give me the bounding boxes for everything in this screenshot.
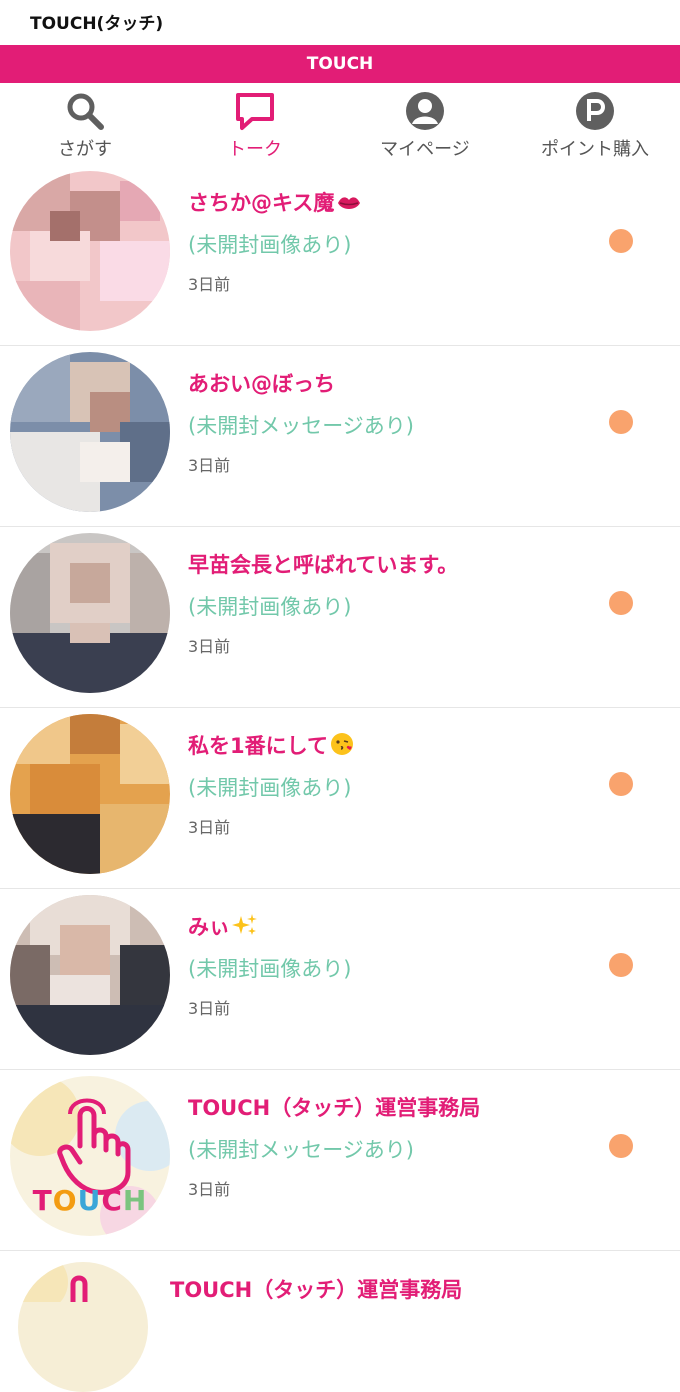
timestamp: 3日前 — [188, 1180, 231, 1199]
timestamp: 3日前 — [188, 275, 231, 294]
tab-bar: さがす トーク マイページ ポイント購入 — [0, 83, 680, 166]
tab-label: ポイント購入 — [541, 139, 649, 160]
tab-label: マイページ — [380, 139, 470, 160]
official-logo-avatar — [18, 1262, 148, 1392]
sender-name[interactable]: TOUCH（タッチ）運営事務局 — [170, 1274, 462, 1304]
avatar — [10, 171, 170, 331]
sender-name: みぃ — [188, 911, 258, 942]
message-status: (未開封画像あり) — [188, 595, 352, 619]
user-icon — [340, 91, 510, 131]
message-status: (未開封メッセージあり) — [188, 414, 414, 438]
tab-points[interactable]: ポイント購入 — [510, 83, 680, 165]
app-title-bar: TOUCH(タッチ) — [0, 0, 680, 44]
avatar — [10, 352, 170, 512]
avatar — [10, 533, 170, 693]
points-icon — [510, 91, 680, 131]
timestamp: 3日前 — [188, 456, 231, 475]
lips-icon — [336, 193, 362, 218]
kiss-face-icon — [330, 732, 354, 761]
list-item[interactable]: TOUCH TOUCH（タッチ）運営事務局 (未開封メッセージあり) 3日前 — [0, 1070, 680, 1251]
timestamp: 3日前 — [188, 637, 231, 656]
avatar — [10, 714, 170, 874]
message-status: (未開封画像あり) — [188, 776, 352, 800]
brand-header: TOUCH — [0, 45, 680, 83]
logo-wordmark: TOUCH — [32, 1184, 148, 1217]
message-status: (未開封メッセージあり) — [188, 1138, 414, 1162]
sparkles-icon — [232, 913, 258, 942]
list-item[interactable]: みぃ (未開封画像あり) 3日前 — [0, 889, 680, 1070]
sender-name: あおい@ぼっち — [188, 372, 335, 396]
app-title: TOUCH(タッチ) — [30, 14, 164, 34]
chat-icon — [170, 91, 340, 131]
sender-name: さちか@キス魔 — [188, 187, 362, 218]
unread-dot — [609, 229, 633, 253]
list-item[interactable]: さちか@キス魔 (未開封画像あり) 3日前 — [0, 165, 680, 346]
tab-search[interactable]: さがす — [0, 83, 170, 165]
sender-name: 私を1番にして — [188, 730, 354, 761]
timestamp: 3日前 — [188, 999, 231, 1018]
list-item[interactable]: 早苗会長と呼ばれています。 (未開封画像あり) 3日前 — [0, 527, 680, 708]
tab-mypage[interactable]: マイページ — [340, 83, 510, 165]
search-icon — [0, 91, 170, 131]
tab-label: トーク — [228, 139, 282, 160]
timestamp: 3日前 — [188, 818, 231, 837]
unread-dot — [609, 591, 633, 615]
sender-name: TOUCH（タッチ）運営事務局 — [188, 1096, 481, 1120]
unread-dot — [609, 772, 633, 796]
message-status: (未開封画像あり) — [188, 957, 352, 981]
unread-dot — [609, 953, 633, 977]
unread-dot — [609, 1134, 633, 1158]
tab-label: さがす — [58, 139, 112, 160]
official-logo-avatar: TOUCH — [10, 1076, 170, 1236]
avatar — [10, 895, 170, 1055]
tab-talk[interactable]: トーク — [170, 83, 340, 165]
list-item[interactable]: 私を1番にして (未開封画像あり) 3日前 — [0, 708, 680, 889]
unread-dot — [609, 410, 633, 434]
sender-name: 早苗会長と呼ばれています。 — [188, 553, 459, 577]
message-status: (未開封画像あり) — [188, 233, 352, 257]
list-item[interactable]: あおい@ぼっち (未開封メッセージあり) 3日前 — [0, 346, 680, 527]
